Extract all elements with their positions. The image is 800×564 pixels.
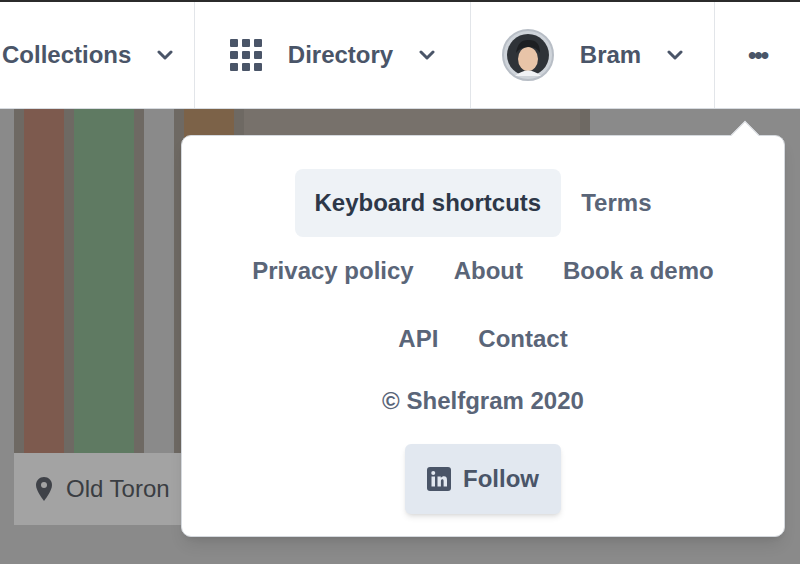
menu-link-label: Contact xyxy=(478,321,567,357)
location-label: Old Toron xyxy=(66,471,170,507)
menu-row: Keyboard shortcuts Terms xyxy=(295,169,672,237)
follow-label: Follow xyxy=(463,461,539,497)
menu-link[interactable]: Privacy policy xyxy=(232,237,433,305)
copyright: © Shelfgram 2020 xyxy=(382,383,584,419)
menu-link[interactable]: API xyxy=(378,305,458,373)
menu-row: Privacy policy About Book a demo xyxy=(232,237,733,305)
grid-icon xyxy=(230,39,262,71)
menu-link-label: Book a demo xyxy=(563,253,714,289)
nav-label: Collections xyxy=(2,37,131,73)
menu-link-label: About xyxy=(454,253,523,289)
top-nav: Collections Directory Bram ••• xyxy=(0,0,800,109)
follow-button[interactable]: Follow xyxy=(405,444,561,514)
nav-item[interactable]: Bram xyxy=(471,2,715,108)
nav-item[interactable]: Directory xyxy=(195,2,471,108)
avatar-icon xyxy=(502,29,554,81)
menu-row: API Contact xyxy=(378,305,587,373)
more-button[interactable]: ••• xyxy=(715,2,800,108)
menu-link-label: Keyboard shortcuts xyxy=(315,185,542,221)
more-menu: Keyboard shortcuts Terms Privacy policy Abo… xyxy=(181,135,785,537)
chevron-down-icon xyxy=(667,50,683,60)
linkedin-icon xyxy=(427,467,451,491)
menu-link-label: Terms xyxy=(581,185,651,221)
nav-label: Bram xyxy=(580,37,641,73)
menu-link-label: Privacy policy xyxy=(252,253,413,289)
location-pin-icon xyxy=(36,477,52,501)
menu-link[interactable]: Contact xyxy=(458,305,587,373)
nav-item[interactable]: Collections xyxy=(0,2,195,108)
menu-link[interactable]: About xyxy=(434,237,543,305)
menu-caret xyxy=(731,121,759,149)
nav-label: Directory xyxy=(288,37,393,73)
menu-link[interactable]: Book a demo xyxy=(543,237,734,305)
chevron-down-icon xyxy=(157,50,173,60)
more-label: ••• xyxy=(748,37,767,73)
menu-link[interactable]: Terms xyxy=(561,169,671,237)
chevron-down-icon xyxy=(419,50,435,60)
menu-link[interactable]: Keyboard shortcuts xyxy=(295,169,562,237)
menu-link-label: API xyxy=(398,321,438,357)
